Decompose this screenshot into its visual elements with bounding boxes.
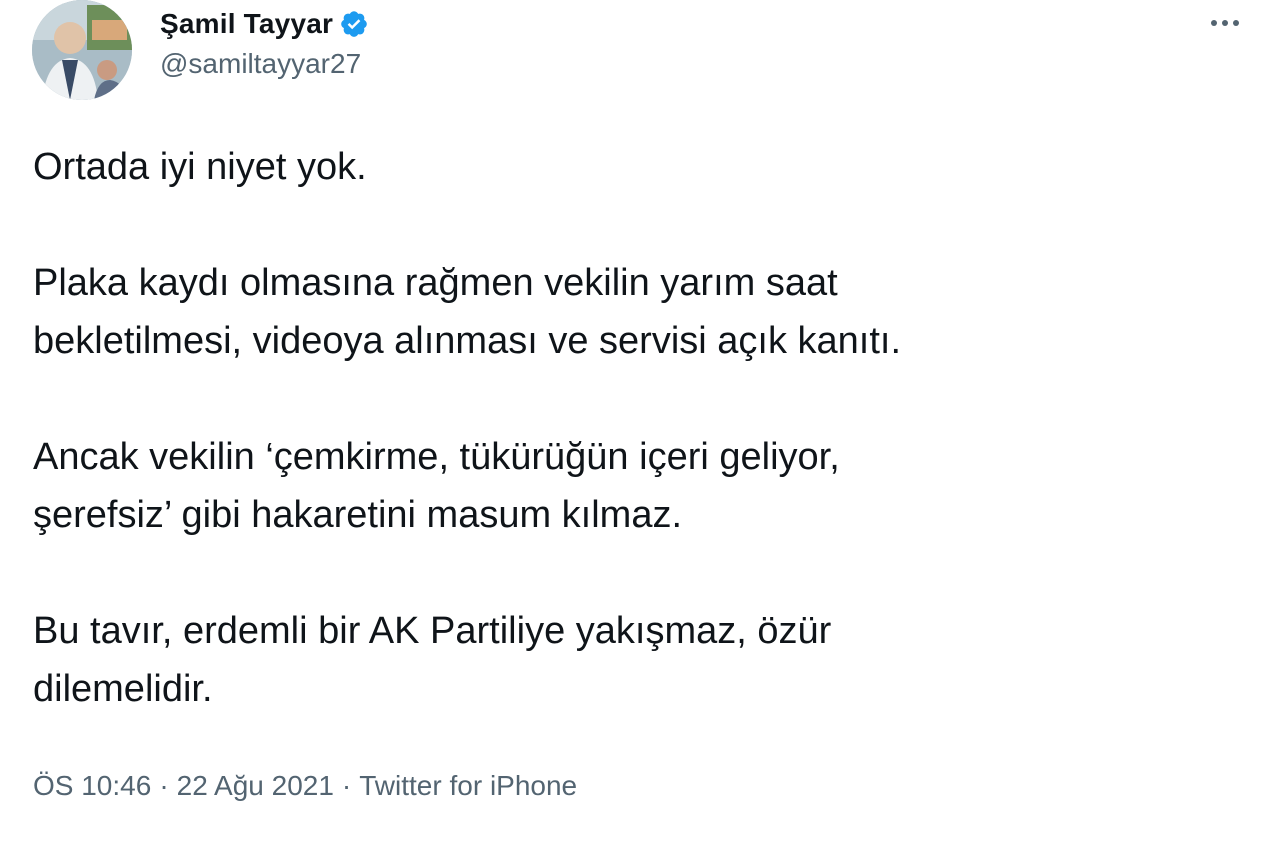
meta-separator: · (159, 770, 169, 801)
tweet-date[interactable]: 22 Ağu 2021 (177, 770, 334, 802)
tweet-metadata: ÖS 10:46 · 22 Ağu 2021 · Twitter for iPh… (33, 770, 577, 802)
more-dot (1233, 20, 1239, 26)
tweet-paragraph: Plaka kaydı olmasına rağmen vekilin yarı… (33, 262, 902, 362)
author-avatar[interactable] (32, 0, 132, 100)
tweet-paragraph: Ortada iyi niyet yok. (33, 146, 367, 188)
tweet-time[interactable]: ÖS 10:46 (33, 770, 151, 802)
more-options-icon[interactable] (1200, 6, 1250, 40)
tweet-text: Ortada iyi niyet yok. Plaka kaydı olması… (33, 138, 1233, 718)
tweet-paragraph: Bu tavır, erdemli bir AK Partiliye yakış… (33, 610, 832, 710)
tweet-paragraph: Ancak vekilin ‘çemkirme, tükürüğün içeri… (33, 436, 840, 536)
avatar-photo (32, 0, 132, 100)
author-handle[interactable]: @samiltayyar27 (160, 48, 361, 80)
meta-separator: · (341, 770, 352, 801)
verified-badge-icon (339, 9, 369, 39)
author-display-name[interactable]: Şamil Tayyar (160, 8, 333, 40)
tweet-source[interactable]: Twitter for iPhone (359, 770, 577, 802)
tweet-card: Şamil Tayyar @samiltayyar27 Ortada iyi n… (0, 0, 1280, 844)
more-dot (1211, 20, 1217, 26)
more-dot (1222, 20, 1228, 26)
author-name-row: Şamil Tayyar (160, 4, 369, 44)
